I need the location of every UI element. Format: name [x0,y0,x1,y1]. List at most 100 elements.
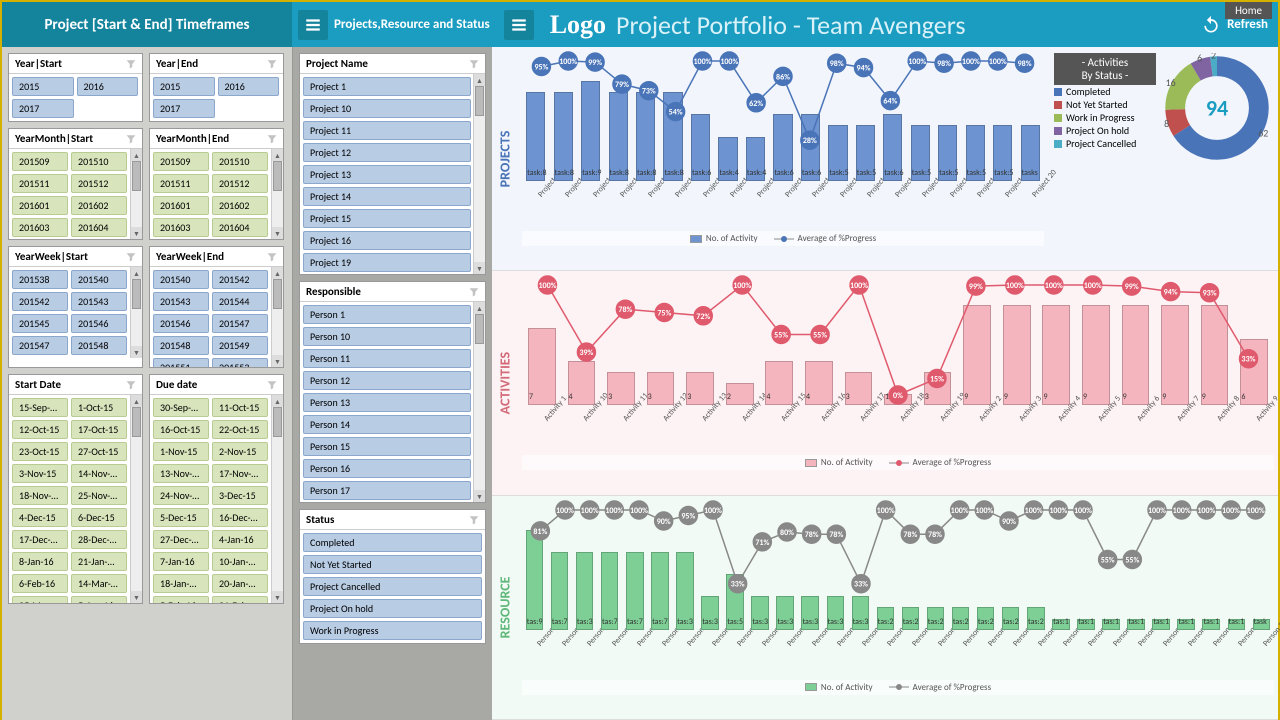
slicer-item[interactable]: 201547 [212,314,268,333]
slicer-item[interactable]: 201509 [153,152,209,171]
slicer-item[interactable]: 11-Oct-15 [212,398,268,417]
scrollbar[interactable]: ▲▼ [271,267,283,367]
scrollbar[interactable]: ▲▼ [130,267,142,358]
slicer-item[interactable]: 3-Nov-15 [12,464,68,483]
slicer-item[interactable]: 3-Dec-15 [212,486,268,505]
slicer-item[interactable]: Project 14 [303,187,471,206]
scrollbar[interactable]: ▲▼ [271,395,283,603]
filter-icon[interactable] [469,59,479,69]
slicer-item[interactable]: 2016 [218,77,280,96]
slicer-item[interactable]: 27-Dec-… [153,530,209,549]
slicer-item[interactable]: 17-Dec-… [12,530,68,549]
slicer-item[interactable]: Person 15 [303,437,471,456]
slicer-item[interactable]: 201542 [212,270,268,289]
slicer-item[interactable]: 16-Dec-… [212,508,268,527]
slicer-item[interactable]: 2016 [77,77,139,96]
slicer-item[interactable]: 1-Nov-15 [153,442,209,461]
slicer-item[interactable]: 16-Oct-15 [153,420,209,439]
slicer-item[interactable]: Person 17 [303,481,471,500]
slicer-item[interactable]: Not Yet Started [303,555,482,574]
filter-icon[interactable] [267,380,277,390]
slicer-item[interactable]: 14-Mar-… [71,574,127,593]
slicer-item[interactable]: 201548 [153,336,209,355]
scrollbar[interactable]: ▲▼ [130,149,142,239]
slicer-item[interactable]: 2017 [12,99,74,118]
slicer-item[interactable]: Person 12 [303,371,471,390]
slicer-item[interactable]: 10-Jan-… [212,552,268,571]
slicer-item[interactable]: 12-Oct-15 [12,420,68,439]
slicer-item[interactable]: 2017 [153,99,215,118]
slicer-item[interactable]: 201553 [212,358,268,367]
slicer-item[interactable]: 201512 [212,174,268,193]
filter-icon[interactable] [126,380,136,390]
slicer-item[interactable]: 17-Oct-15 [71,420,127,439]
slicer-item[interactable]: 201603 [153,218,209,237]
slicer-item[interactable]: 4-Dec-15 [12,508,68,527]
slicer-item[interactable]: 201540 [71,270,127,289]
slicer-item[interactable]: Project On hold [303,599,482,618]
slicer-item[interactable]: 28-Dec-… [71,530,127,549]
slicer-item[interactable]: 201512 [71,174,127,193]
slicer-item[interactable]: 2015 [153,77,215,96]
slicer-item[interactable]: 6-Feb-16 [12,574,68,593]
scrollbar[interactable]: ▲▼ [130,395,142,603]
slicer-item[interactable]: 201543 [153,292,209,311]
slicer-item[interactable]: 201546 [153,314,209,333]
slicer-item[interactable]: 23-Oct-15 [12,442,68,461]
slicer-item[interactable]: 18-Nov-… [12,486,68,505]
slicer-item[interactable]: Completed [303,533,482,552]
slicer-item[interactable]: 201602 [212,196,268,215]
slicer-item[interactable]: 5-Feb-16 [153,596,209,603]
slicer-item[interactable]: 24-Nov-… [153,486,209,505]
slicer-item[interactable]: 5-Dec-15 [153,508,209,527]
hamburger-icon-2[interactable] [504,10,534,40]
slicer-item[interactable]: 25-Nov-… [71,486,127,505]
slicer-item[interactable]: 201510 [212,152,268,171]
slicer-item[interactable]: 201547 [12,336,68,355]
home-button[interactable]: Home [1225,2,1272,19]
filter-icon[interactable] [469,515,479,525]
slicer-item[interactable]: 201546 [71,314,127,333]
slicer-item[interactable]: 2-Nov-15 [212,442,268,461]
slicer-item[interactable]: 201604 [71,218,127,237]
slicer-item[interactable]: 8-Jan-16 [12,552,68,571]
slicer-item[interactable]: 201551 [153,358,209,367]
slicer-item[interactable]: Project Cancelled [303,577,482,596]
slicer-item[interactable]: 201542 [12,292,68,311]
slicer-item[interactable]: 17-Nov-… [212,464,268,483]
filter-icon[interactable] [267,252,277,262]
slicer-item[interactable]: 15-Sep-… [12,398,68,417]
slicer-item[interactable]: 21-Jan-… [71,552,127,571]
slicer-item[interactable]: 13-Nov-… [153,464,209,483]
slicer-item[interactable]: 22-Oct-15 [212,420,268,439]
slicer-item[interactable]: Person 13 [303,393,471,412]
slicer-item[interactable]: 201509 [12,152,68,171]
slicer-item[interactable]: Person 10 [303,327,471,346]
slicer-item[interactable]: Project 13 [303,165,471,184]
scrollbar[interactable]: ▲▼ [271,149,283,239]
filter-icon[interactable] [126,59,136,69]
slicer-item[interactable]: 20-Jan-… [212,574,268,593]
slicer-item[interactable]: 201544 [212,292,268,311]
slicer-item[interactable]: 201511 [12,174,68,193]
slicer-item[interactable]: Project 15 [303,209,471,228]
scrollbar[interactable]: ▲▼ [473,74,485,274]
slicer-item[interactable]: 201604 [212,218,268,237]
filter-icon[interactable] [267,59,277,69]
slicer-item[interactable]: 4-Jan-16 [212,530,268,549]
slicer-item[interactable]: 30-Sep-… [153,398,209,417]
slicer-item[interactable]: 201545 [12,314,68,333]
slicer-item[interactable]: 7-Jan-16 [153,552,209,571]
slicer-item[interactable]: 201540 [153,270,209,289]
slicer-item[interactable]: 201543 [71,292,127,311]
slicer-item[interactable]: 201603 [12,218,68,237]
slicer-item[interactable]: 201549 [212,336,268,355]
slicer-item[interactable]: Person 16 [303,459,471,478]
slicer-item[interactable]: Person 1 [303,305,471,324]
slicer-item[interactable]: Project 12 [303,143,471,162]
slicer-item[interactable]: Person 11 [303,349,471,368]
filter-icon[interactable] [126,134,136,144]
slicer-item[interactable]: 201548 [71,336,127,355]
slicer-item[interactable]: Project 19 [303,253,471,272]
slicer-item[interactable]: 1-Oct-15 [71,398,127,417]
